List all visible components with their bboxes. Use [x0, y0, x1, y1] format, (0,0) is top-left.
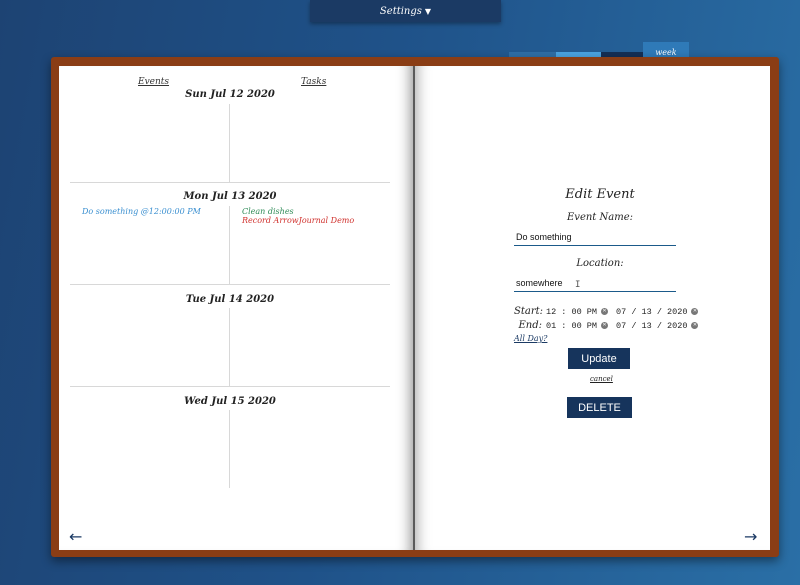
column-divider — [229, 104, 230, 182]
start-row: Start: 12 : 00 PM ✕ 07 / 13 / 2020 ✕ — [514, 306, 699, 317]
left-page — [59, 66, 413, 550]
day-title-tue: Tue Jul 14 2020 — [185, 294, 275, 305]
column-divider — [229, 410, 230, 488]
day-title-sun: Sun Jul 12 2020 — [185, 89, 275, 100]
clear-icon[interactable]: ✕ — [601, 308, 609, 315]
all-day-toggle[interactable]: All Day? — [514, 334, 547, 343]
event-name-label: Event Name: — [567, 212, 633, 223]
clear-icon[interactable]: ✕ — [691, 322, 699, 329]
start-label: Start: — [514, 306, 543, 317]
events-column-header: Events — [138, 77, 170, 87]
start-date-input[interactable]: 07 / 13 / 2020 — [616, 307, 687, 317]
caret-down-icon: ▼ — [424, 6, 432, 16]
start-time-input[interactable]: 12 : 00 PM — [546, 307, 597, 317]
column-divider — [229, 308, 230, 386]
end-label: End: — [518, 320, 542, 331]
next-week-arrow-icon[interactable]: → — [744, 527, 757, 546]
clear-icon[interactable]: ✕ — [691, 308, 699, 315]
end-date-input[interactable]: 07 / 13 / 2020 — [616, 321, 687, 331]
edit-event-title: Edit Event — [565, 187, 635, 202]
day-title-wed: Wed Jul 15 2020 — [184, 396, 276, 407]
previous-week-arrow-icon[interactable]: ← — [69, 527, 82, 546]
event-name-input[interactable] — [514, 229, 676, 246]
tasks-column-header: Tasks — [301, 77, 327, 87]
end-time-input[interactable]: 01 : 00 PM — [546, 321, 597, 331]
journal-spine — [413, 66, 415, 550]
column-divider — [229, 206, 230, 284]
task-item[interactable]: Record ArrowJournal Demo — [242, 216, 354, 225]
day-divider — [70, 284, 390, 285]
location-label: Location: — [576, 258, 624, 269]
settings-dropdown[interactable]: Settings ▼ — [310, 0, 501, 22]
task-item[interactable]: Clean dishes — [242, 207, 294, 216]
update-button[interactable]: Update — [568, 348, 630, 369]
location-input[interactable] — [514, 275, 676, 292]
event-item[interactable]: Do something @12:00:00 PM — [82, 207, 201, 216]
day-divider — [70, 182, 390, 183]
day-divider — [70, 386, 390, 387]
delete-button[interactable]: DELETE — [567, 397, 632, 418]
settings-label: Settings — [379, 5, 422, 17]
clear-icon[interactable]: ✕ — [601, 322, 609, 329]
day-title-mon: Mon Jul 13 2020 — [183, 191, 277, 202]
text-cursor-icon: I — [575, 280, 581, 290]
end-row: End: 01 : 00 PM ✕ 07 / 13 / 2020 ✕ — [514, 320, 699, 331]
cancel-link[interactable]: cancel — [590, 375, 613, 383]
